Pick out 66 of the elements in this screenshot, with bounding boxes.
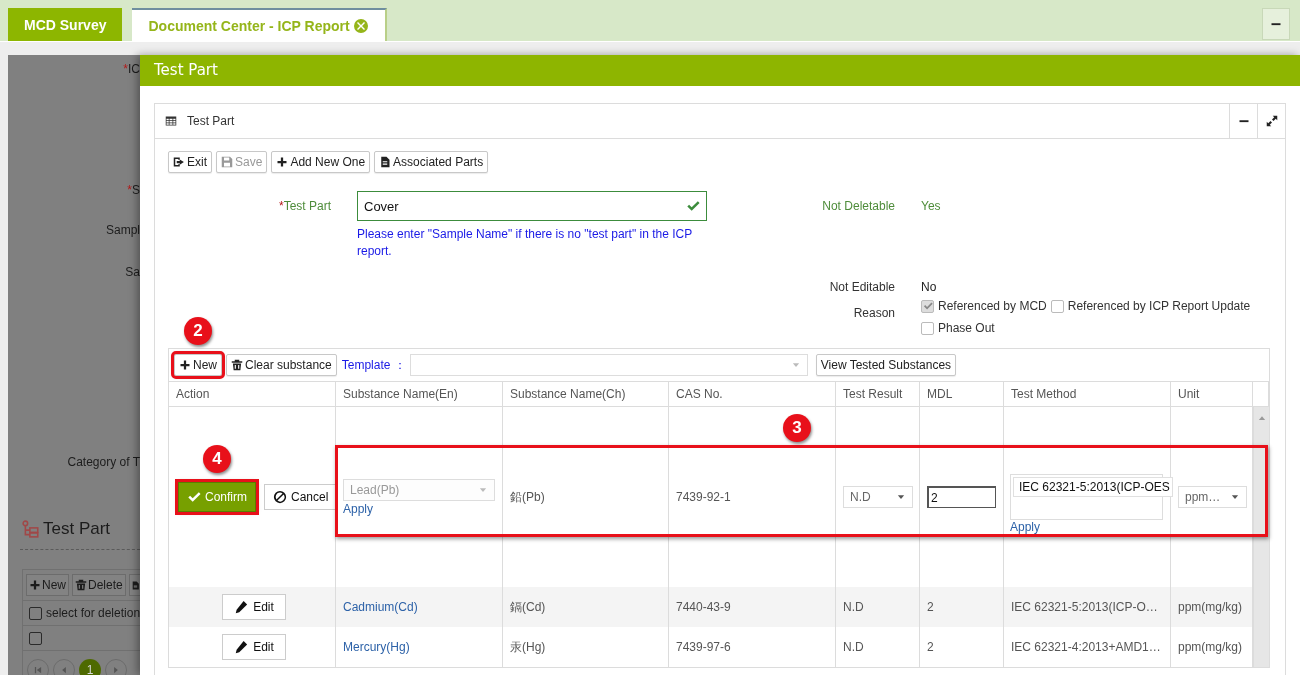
callout-badge: 4 xyxy=(203,445,231,473)
table-cell: 2 xyxy=(927,600,934,614)
template-label: Template ： xyxy=(341,356,406,374)
column-header: MDL xyxy=(920,382,1004,406)
cancel-button[interactable]: Cancel xyxy=(264,484,338,510)
field-label: Not Editable xyxy=(828,280,895,294)
table-cell: ppm(mg/kg) xyxy=(1178,600,1242,614)
checkbox-label: Referenced by ICP Report Update xyxy=(1067,299,1251,313)
table-cell: ppm(mg/kg) xyxy=(1178,640,1242,654)
table-cell: IEC 62321-4:2013+AMD1… xyxy=(1011,640,1161,654)
view-substances-button[interactable]: View Tested Substances xyxy=(815,354,957,376)
column-header: Test Method xyxy=(1004,382,1171,406)
table-cell: 7439-92-1 xyxy=(676,490,731,504)
edit-button[interactable]: Edit xyxy=(222,594,286,620)
toolbar-button[interactable]: New xyxy=(26,574,69,596)
field-label: *Test Part xyxy=(277,199,331,213)
toolbar-button[interactable]: Delete xyxy=(72,574,126,596)
result-dropdown[interactable]: N.D xyxy=(843,486,913,508)
table-cell: N.D xyxy=(843,640,864,654)
edit-button[interactable]: Edit xyxy=(222,634,286,660)
callout-badge: 3 xyxy=(783,414,811,442)
column-header: Substance Name(En) xyxy=(336,382,503,406)
table-cell: 2 xyxy=(927,640,934,654)
toolbar-button[interactable]: Associated Parts xyxy=(374,151,489,173)
checkbox-label: Phase Out xyxy=(938,321,995,335)
substance-link[interactable]: Cadmium(Cd) xyxy=(343,600,418,614)
table-cell: 鎘(Cd) xyxy=(510,598,546,616)
toolbar-button[interactable]: Add New One xyxy=(271,151,371,173)
field-label: *IC xyxy=(123,62,140,76)
substance-link[interactable]: Mercury(Hg) xyxy=(343,640,410,654)
field-label: Reason xyxy=(852,306,895,320)
toolbar-button[interactable]: New xyxy=(174,354,222,376)
hint-text: Please enter "Sample Name" if there is no "test part" in the ICP report. xyxy=(357,226,693,260)
unit-dropdown[interactable]: ppm… xyxy=(1178,486,1247,508)
table-cell: 7439-97-6 xyxy=(676,640,731,654)
field-label: Sampl xyxy=(106,223,140,237)
callout-badge: 2 xyxy=(184,317,212,345)
section-title: Test Part xyxy=(43,519,111,539)
test-method-field[interactable]: IEC 62321-5:2013(ICP-OES xyxy=(1013,477,1173,497)
field-value: No xyxy=(921,280,937,294)
column-header: CAS No. xyxy=(669,382,836,406)
toolbar-button[interactable]: Exit xyxy=(168,151,212,173)
field-label: Category of T xyxy=(67,455,140,469)
table-cell: N.D xyxy=(843,600,864,614)
table-cell: 汞(Hg) xyxy=(510,638,546,656)
table-cell: IEC 62321-5:2013(ICP-O… xyxy=(1011,600,1158,614)
apply-link[interactable]: Apply xyxy=(1010,520,1041,534)
checkbox-label: Referenced by MCD xyxy=(938,299,1047,313)
test-part-field[interactable]: Cover xyxy=(357,191,707,221)
panel-title: Test Part xyxy=(187,114,235,128)
column-header: Test Result xyxy=(836,382,920,406)
dialog-title: Test Part xyxy=(140,55,1300,86)
mdl-field[interactable]: 2 xyxy=(927,486,996,508)
table-cell: 7440-43-9 xyxy=(676,600,731,614)
field-label: *S xyxy=(127,183,140,197)
field-label: Not Deletable xyxy=(821,199,895,213)
field-label: Sa xyxy=(125,265,140,279)
toolbar-button[interactable]: Clear substance xyxy=(226,354,337,376)
column-header: Action xyxy=(169,382,336,406)
column-header: Substance Name(Ch) xyxy=(503,382,669,406)
checkbox-label: select for deletion xyxy=(46,606,140,620)
apply-link[interactable]: Apply xyxy=(343,501,374,516)
table-cell: 鉛(Pb) xyxy=(510,488,545,506)
page-number[interactable]: 1 xyxy=(79,659,101,675)
column-header: Unit xyxy=(1171,382,1253,406)
field-value: Yes xyxy=(921,199,941,213)
